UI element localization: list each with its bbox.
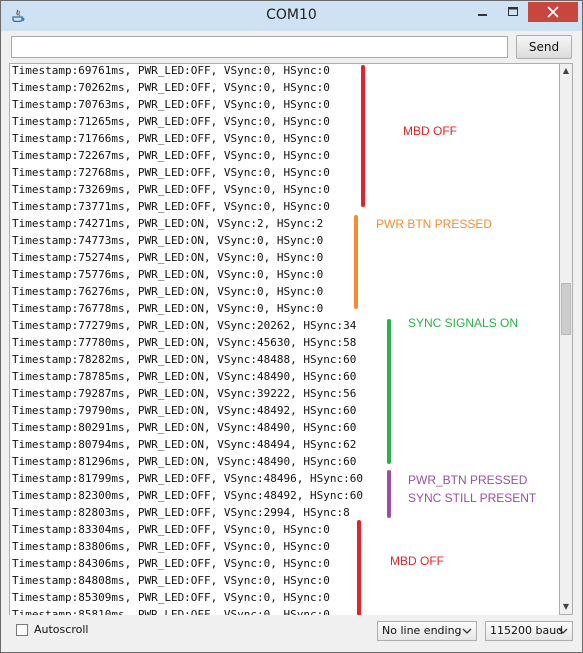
output-line: Timestamp:76276ms, PWR_LED:ON, VSync:0, …	[12, 285, 324, 298]
annotation-sync-still-present: SYNC STILL PRESENT	[408, 491, 537, 505]
output-line: Timestamp:76778ms, PWR_LED:ON, VSync:0, …	[12, 302, 324, 315]
autoscroll-label: Autoscroll	[34, 623, 89, 636]
autoscroll-checkbox[interactable]	[16, 624, 28, 636]
output-line: Timestamp:72768ms, PWR_LED:OFF, VSync:0,…	[12, 166, 330, 179]
output-line: Timestamp:70763ms, PWR_LED:OFF, VSync:0,…	[12, 98, 330, 111]
baud-rate-value: 115200 baud	[490, 624, 564, 637]
output-line: Timestamp:75274ms, PWR_LED:ON, VSync:0, …	[12, 251, 324, 264]
chevron-down-icon	[462, 628, 472, 634]
output-line: Timestamp:78282ms, PWR_LED:ON, VSync:484…	[12, 353, 357, 366]
chevron-down-icon	[558, 628, 568, 634]
output-line: Timestamp:69761ms, PWR_LED:OFF, VSync:0,…	[12, 64, 330, 77]
serial-output[interactable]: Timestamp:69761ms, PWR_LED:OFF, VSync:0,…	[9, 63, 560, 617]
annotation-mbd-off-1: MBD OFF	[403, 124, 457, 138]
toolbar: Send	[1, 31, 582, 63]
annotation-pwr-btn-pressed: PWR BTN PRESSED	[376, 217, 493, 231]
output-line: Timestamp:74271ms, PWR_LED:ON, VSync:2, …	[12, 217, 324, 230]
send-input[interactable]	[11, 36, 508, 58]
output-line: Timestamp:77780ms, PWR_LED:ON, VSync:456…	[12, 336, 357, 349]
output-line: Timestamp:73269ms, PWR_LED:OFF, VSync:0,…	[12, 183, 330, 196]
output-line: Timestamp:70262ms, PWR_LED:OFF, VSync:0,…	[12, 81, 330, 94]
output-line: Timestamp:79790ms, PWR_LED:ON, VSync:484…	[12, 404, 357, 417]
output-line: Timestamp:84808ms, PWR_LED:OFF, VSync:0,…	[12, 574, 330, 587]
vertical-scrollbar[interactable]: ▲ ▼	[559, 63, 573, 615]
output-line: Timestamp:80291ms, PWR_LED:ON, VSync:484…	[12, 421, 357, 434]
output-lines: Timestamp:69761ms, PWR_LED:OFF, VSync:0,…	[12, 64, 363, 616]
annotation-mbd-off-2: MBD OFF	[390, 554, 444, 568]
annotation-sync-on: SYNC SIGNALS ON	[408, 316, 519, 330]
output-line: Timestamp:74773ms, PWR_LED:ON, VSync:0, …	[12, 234, 324, 247]
output-line: Timestamp:81799ms, PWR_LED:OFF, VSync:48…	[12, 472, 363, 485]
close-icon	[547, 6, 559, 18]
line-ending-value: No line ending	[382, 624, 462, 637]
annotation-bar-sync-on	[387, 319, 391, 464]
output-line: Timestamp:82300ms, PWR_LED:OFF, VSync:48…	[12, 489, 363, 502]
scroll-down-arrow-icon[interactable]: ▼	[560, 600, 572, 614]
scrollbar-thumb[interactable]	[561, 283, 571, 335]
output-line: Timestamp:85309ms, PWR_LED:OFF, VSync:0,…	[12, 591, 330, 604]
baud-rate-select[interactable]: 115200 baud	[485, 621, 573, 641]
output-line: Timestamp:81296ms, PWR_LED:ON, VSync:484…	[12, 455, 357, 468]
minimize-icon	[478, 14, 487, 16]
output-line: Timestamp:83304ms, PWR_LED:OFF, VSync:0,…	[12, 523, 330, 536]
status-bar: Autoscroll No line ending 115200 baud	[1, 615, 582, 652]
line-ending-select[interactable]: No line ending	[377, 621, 477, 641]
close-button[interactable]	[528, 2, 578, 22]
output-line: Timestamp:83806ms, PWR_LED:OFF, VSync:0,…	[12, 540, 330, 553]
output-line: Timestamp:71766ms, PWR_LED:OFF, VSync:0,…	[12, 132, 330, 145]
annotation-bar-mbd-off-2	[357, 520, 361, 616]
scroll-up-arrow-icon[interactable]: ▲	[560, 64, 572, 78]
output-line: Timestamp:73771ms, PWR_LED:OFF, VSync:0,…	[12, 200, 330, 213]
output-line: Timestamp:72267ms, PWR_LED:OFF, VSync:0,…	[12, 149, 330, 162]
send-button[interactable]: Send	[516, 35, 572, 59]
output-line: Timestamp:80794ms, PWR_LED:ON, VSync:484…	[12, 438, 357, 451]
output-line: Timestamp:78785ms, PWR_LED:ON, VSync:484…	[12, 370, 357, 383]
title-bar[interactable]: COM10	[1, 1, 582, 31]
minimize-button[interactable]	[468, 2, 498, 22]
output-line: Timestamp:77279ms, PWR_LED:ON, VSync:202…	[12, 319, 357, 332]
output-line: Timestamp:84306ms, PWR_LED:OFF, VSync:0,…	[12, 557, 330, 570]
annotation-bar-pwr-btn-pressed	[354, 215, 358, 309]
annotation-bar-pwr-btn-pressed-2	[387, 470, 391, 518]
annotation-pwr-btn-pressed-2: PWR_BTN PRESSED	[408, 473, 528, 487]
maximize-icon	[508, 7, 518, 16]
annotation-bar-mbd-off-1	[361, 65, 365, 207]
output-line: Timestamp:75776ms, PWR_LED:ON, VSync:0, …	[12, 268, 324, 281]
output-line: Timestamp:71265ms, PWR_LED:OFF, VSync:0,…	[12, 115, 330, 128]
output-line: Timestamp:79287ms, PWR_LED:ON, VSync:392…	[12, 387, 357, 400]
maximize-button[interactable]	[498, 2, 528, 22]
output-line: Timestamp:82803ms, PWR_LED:OFF, VSync:29…	[12, 506, 350, 519]
